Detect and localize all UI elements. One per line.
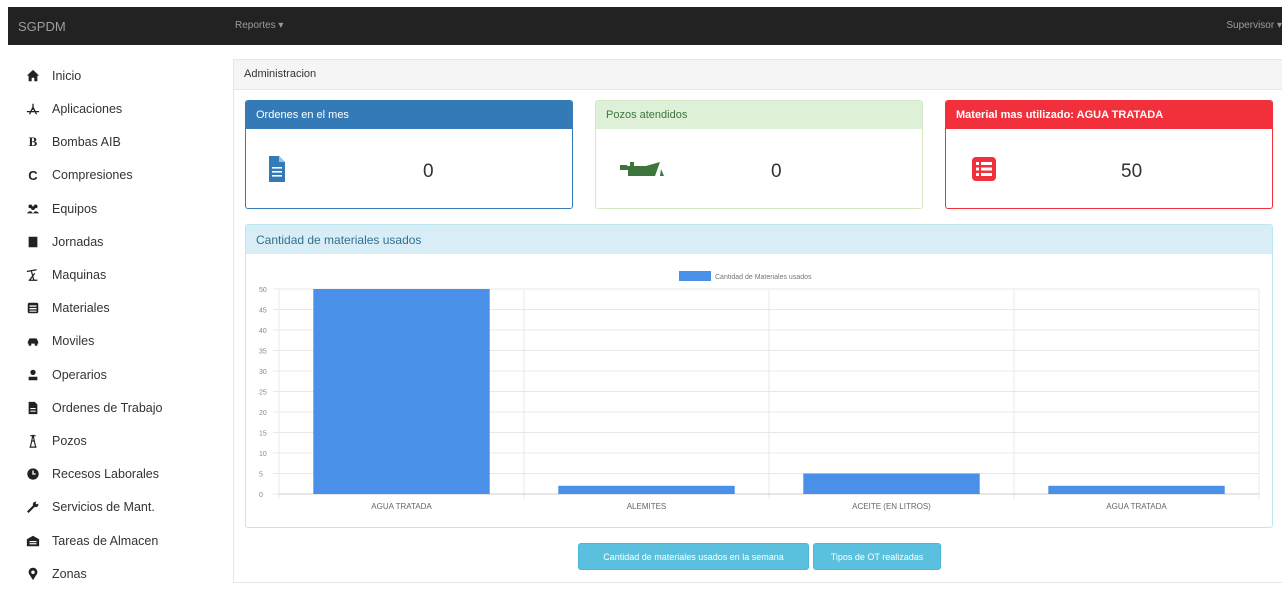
materials-bar-chart: 0 5 10 15 20 25 30 35 40 45 50 AGUA TRATADA ALEMITES… bbox=[259, 271, 1260, 511]
sidebar-item-zonas[interactable]: Zonas bbox=[22, 564, 87, 584]
brand-logo[interactable]: SGPDM bbox=[18, 19, 66, 34]
sidebar-item-label: Zonas bbox=[52, 567, 87, 581]
chart-panel-title: Cantidad de materiales usados bbox=[246, 225, 1272, 254]
warehouse-icon bbox=[22, 534, 44, 548]
material-count: 50 bbox=[1121, 161, 1143, 182]
user-icon bbox=[22, 368, 44, 382]
sidebar-item-pozos[interactable]: Pozos bbox=[22, 431, 87, 451]
sidebar-item-label: Ordenes de Trabajo bbox=[52, 401, 163, 415]
y-tick-label: 50 bbox=[259, 287, 267, 294]
sidebar-item-materiales[interactable]: Materiales bbox=[22, 298, 110, 318]
clock-icon bbox=[22, 467, 44, 481]
x-tick-label: AGUA TRATADA bbox=[1106, 502, 1167, 511]
orders-panel-title: Ordenes en el mes bbox=[246, 101, 572, 129]
sidebar-item-label: Jornadas bbox=[52, 235, 104, 249]
sidebar-item-compresiones[interactable]: C Compresiones bbox=[22, 165, 133, 185]
y-tick-label: 5 bbox=[259, 472, 263, 479]
y-tick-label: 20 bbox=[259, 410, 267, 417]
sidebar-item-label: Inicio bbox=[52, 69, 82, 83]
drill-icon bbox=[22, 102, 44, 116]
materials-chart-panel: Cantidad de materiales usados 0 5 10 15 20 25… bbox=[245, 224, 1273, 528]
orders-panel: Ordenes en el mes 0 bbox=[245, 100, 573, 209]
x-tick-label: ACEITE (EN LITROS) bbox=[852, 502, 931, 511]
sidebar-item-aplicaciones[interactable]: Aplicaciones bbox=[22, 99, 122, 119]
sidebar-item-ordenes[interactable]: Ordenes de Trabajo bbox=[22, 398, 163, 418]
sidebar-item-label: Moviles bbox=[52, 334, 95, 348]
y-tick-label: 0 bbox=[259, 492, 263, 499]
sidebar-item-label: Aplicaciones bbox=[52, 102, 123, 116]
car-icon bbox=[22, 334, 44, 348]
sidebar-item-label: Maquinas bbox=[52, 268, 107, 282]
sidebar-item-label: Servicios de Mant. bbox=[52, 500, 155, 514]
wells-panel-title: Pozos atendidos bbox=[596, 101, 922, 129]
sidebar-item-recesos[interactable]: Recesos Laborales bbox=[22, 464, 159, 484]
breadcrumb-label: Administracion bbox=[244, 68, 317, 80]
bar-2 bbox=[558, 485, 735, 494]
sidebar-item-jornadas[interactable]: Jornadas bbox=[22, 232, 103, 252]
bar-4 bbox=[1048, 485, 1225, 494]
map-marker-icon bbox=[22, 567, 44, 581]
sidebar-item-label: Compresiones bbox=[52, 168, 133, 182]
sidebar-item-label: Tareas de Almacen bbox=[52, 534, 159, 548]
sidebar-item-label: Equipos bbox=[52, 202, 98, 216]
legend-label: Cantidad de Materiales usados bbox=[715, 274, 812, 281]
legend-swatch bbox=[679, 271, 711, 281]
y-tick-label: 35 bbox=[259, 349, 267, 356]
y-tick-label: 10 bbox=[259, 451, 267, 458]
bar-3 bbox=[803, 473, 980, 494]
list-icon bbox=[22, 301, 44, 315]
bar-1 bbox=[313, 289, 490, 494]
tower-icon bbox=[22, 434, 44, 448]
sidebar-item-moviles[interactable]: Moviles bbox=[22, 331, 94, 351]
wrench-icon bbox=[22, 500, 44, 514]
sidebar-item-bombas[interactable]: B Bombas AIB bbox=[22, 132, 121, 152]
ot-types-button[interactable]: Tipos de OT realizadas bbox=[813, 543, 941, 570]
material-panel: Material mas utilizado: AGUA TRATADA 50 bbox=[945, 100, 1273, 209]
home-icon bbox=[22, 69, 44, 83]
c-letter-icon: C bbox=[28, 167, 38, 183]
pumpjack-icon bbox=[22, 268, 44, 282]
users-icon bbox=[22, 202, 44, 216]
b-letter-icon: B bbox=[28, 134, 38, 149]
sidebar-item-label: Materiales bbox=[52, 301, 110, 315]
y-tick-label: 30 bbox=[259, 369, 267, 376]
user-menu[interactable]: Supervisor ▾ bbox=[1226, 20, 1282, 31]
wells-count: 0 bbox=[771, 161, 782, 182]
breadcrumb: Administracion bbox=[234, 60, 1282, 90]
x-tick-label: AGUA TRATADA bbox=[371, 502, 432, 511]
y-tick-label: 15 bbox=[259, 431, 267, 438]
sidebar-item-maquinas[interactable]: Maquinas bbox=[22, 265, 106, 285]
sidebar-item-equipos[interactable]: Equipos bbox=[22, 199, 97, 219]
oil-can-icon bbox=[620, 159, 666, 186]
top-navbar: SGPDM Reportes ▾ Supervisor ▾ bbox=[8, 7, 1282, 45]
sidebar-item-label: Recesos Laborales bbox=[52, 467, 160, 481]
list-icon bbox=[972, 157, 996, 186]
weekly-materials-button[interactable]: Cantidad de materiales usados en la sema… bbox=[578, 543, 809, 570]
material-panel-title: Material mas utilizado: AGUA TRATADA bbox=[946, 101, 1272, 129]
file-icon bbox=[22, 401, 44, 415]
sidebar-item-label: Bombas AIB bbox=[52, 135, 121, 149]
wells-panel: Pozos atendidos 0 bbox=[595, 100, 923, 209]
sidebar-item-servicios[interactable]: Servicios de Mant. bbox=[22, 497, 155, 517]
y-tick-label: 40 bbox=[259, 328, 267, 335]
y-tick-label: 25 bbox=[259, 390, 267, 397]
reports-menu[interactable]: Reportes ▾ bbox=[235, 20, 283, 31]
book-icon bbox=[22, 235, 44, 249]
document-icon bbox=[269, 156, 285, 187]
sidebar-item-label: Pozos bbox=[52, 434, 87, 448]
sidebar-item-label: Operarios bbox=[52, 368, 107, 382]
x-tick-label: ALEMITES bbox=[627, 502, 667, 511]
orders-count: 0 bbox=[423, 161, 434, 182]
y-tick-label: 45 bbox=[259, 308, 267, 315]
sidebar-item-inicio[interactable]: Inicio bbox=[22, 66, 81, 86]
sidebar-item-operarios[interactable]: Operarios bbox=[22, 365, 107, 385]
sidebar-item-tareas[interactable]: Tareas de Almacen bbox=[22, 531, 158, 551]
